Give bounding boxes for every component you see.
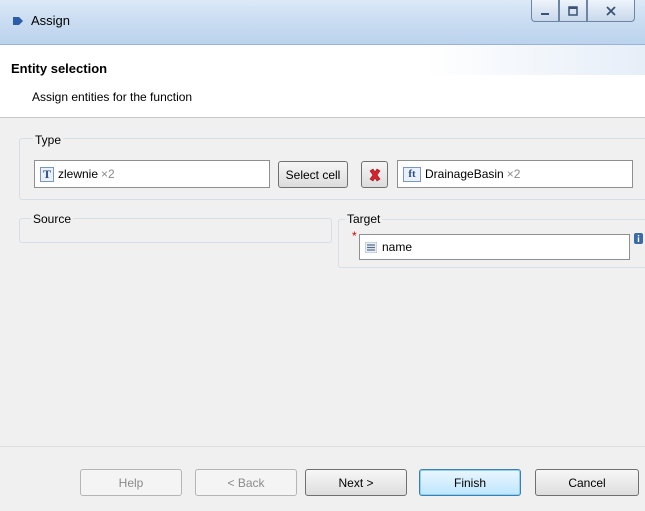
- arrow-app-icon: [13, 17, 23, 25]
- target-property-name: name: [382, 240, 413, 254]
- source-type-name: zlewnie: [58, 167, 99, 181]
- feature-type-icon: ft: [403, 166, 421, 182]
- maximize-icon: [568, 5, 578, 16]
- wizard-header: Entity selection Assign entities for the…: [0, 45, 645, 118]
- page-title: Entity selection: [11, 61, 108, 76]
- target-property-field[interactable]: name: [359, 234, 630, 260]
- close-icon: [606, 5, 616, 16]
- source-type-multiplicity: ×2: [101, 167, 115, 181]
- minimize-button[interactable]: [531, 0, 559, 22]
- close-button[interactable]: [587, 0, 635, 22]
- required-marker: *: [352, 229, 357, 243]
- delete-button[interactable]: [361, 161, 388, 188]
- source-type-field[interactable]: T zlewnie ×2: [34, 160, 270, 188]
- type-group-label: Type: [33, 133, 64, 147]
- maximize-button[interactable]: [559, 0, 587, 22]
- window-title: Assign: [31, 13, 71, 28]
- cancel-button[interactable]: Cancel: [535, 469, 639, 496]
- info-icon[interactable]: [634, 233, 643, 244]
- target-type-field[interactable]: ft DrainageBasin ×2: [397, 160, 633, 188]
- minimize-icon: [541, 12, 549, 15]
- property-list-icon: [365, 241, 377, 253]
- target-type-multiplicity: ×2: [506, 167, 521, 181]
- page-description: Assign entities for the function: [32, 90, 193, 104]
- delete-icon: [369, 168, 380, 181]
- help-button[interactable]: Help: [80, 469, 182, 496]
- source-group-label: Source: [31, 212, 74, 226]
- back-button[interactable]: < Back: [195, 469, 297, 496]
- title-bar: Assign: [0, 0, 645, 45]
- select-cell-button[interactable]: Select cell: [278, 161, 348, 188]
- type-icon: T: [40, 166, 54, 182]
- target-type-name: DrainageBasin: [425, 167, 504, 181]
- finish-button[interactable]: Finish: [419, 469, 521, 496]
- next-button[interactable]: Next >: [305, 469, 407, 496]
- target-group-label: Target: [345, 212, 383, 226]
